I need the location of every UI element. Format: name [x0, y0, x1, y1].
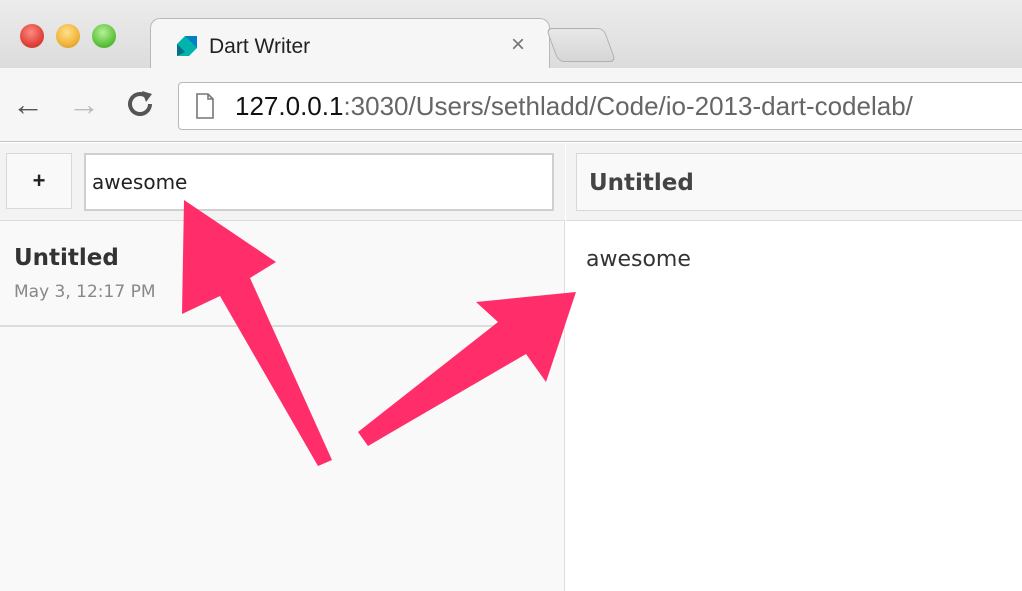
document-body[interactable]: awesome — [586, 247, 691, 272]
document-date: May 3, 12:17 PM — [14, 282, 156, 302]
browser-toolbar: ← → 127.0.0.1:3030/Users/sethladd/Code/i… — [0, 68, 1022, 142]
list-item[interactable]: Untitled May 3, 12:17 PM — [0, 223, 565, 327]
dart-logo-icon — [177, 36, 197, 56]
new-tab-button[interactable] — [545, 28, 617, 62]
url-text: 127.0.0.1:3030/Users/sethladd/Code/io-20… — [235, 91, 913, 122]
close-window-button[interactable] — [20, 24, 44, 48]
zoom-window-button[interactable] — [92, 24, 116, 48]
search-input[interactable]: awesome — [84, 153, 554, 211]
reload-icon[interactable] — [124, 88, 156, 125]
back-arrow-icon[interactable]: ← — [12, 88, 44, 120]
editor-header: Untitled — [566, 143, 1022, 221]
dart-writer-app: + awesome Untitled May 3, 12:17 PM Untit… — [0, 143, 1022, 591]
search-input-value: awesome — [92, 170, 188, 194]
url-host: 127.0.0.1 — [235, 91, 344, 121]
address-bar[interactable]: 127.0.0.1:3030/Users/sethladd/Code/io-20… — [178, 82, 1022, 130]
list-toolbar: + awesome — [0, 143, 565, 221]
document-title-field[interactable]: Untitled — [576, 153, 1022, 211]
forward-arrow-icon[interactable]: → — [68, 88, 100, 120]
page-icon — [196, 93, 214, 119]
close-icon[interactable]: × — [511, 31, 525, 59]
document-title: Untitled — [14, 245, 119, 271]
document-list-pane: + awesome Untitled May 3, 12:17 PM — [0, 143, 565, 591]
browser-tab[interactable]: Dart Writer × — [150, 18, 550, 70]
editor-pane: Untitled awesome — [566, 143, 1022, 591]
add-document-button[interactable]: + — [6, 153, 72, 209]
tab-title: Dart Writer — [209, 35, 311, 58]
url-path: :3030/Users/sethladd/Code/io-2013-dart-c… — [343, 91, 913, 121]
browser-tabstrip: Dart Writer × — [0, 0, 1022, 70]
minimize-window-button[interactable] — [56, 24, 80, 48]
